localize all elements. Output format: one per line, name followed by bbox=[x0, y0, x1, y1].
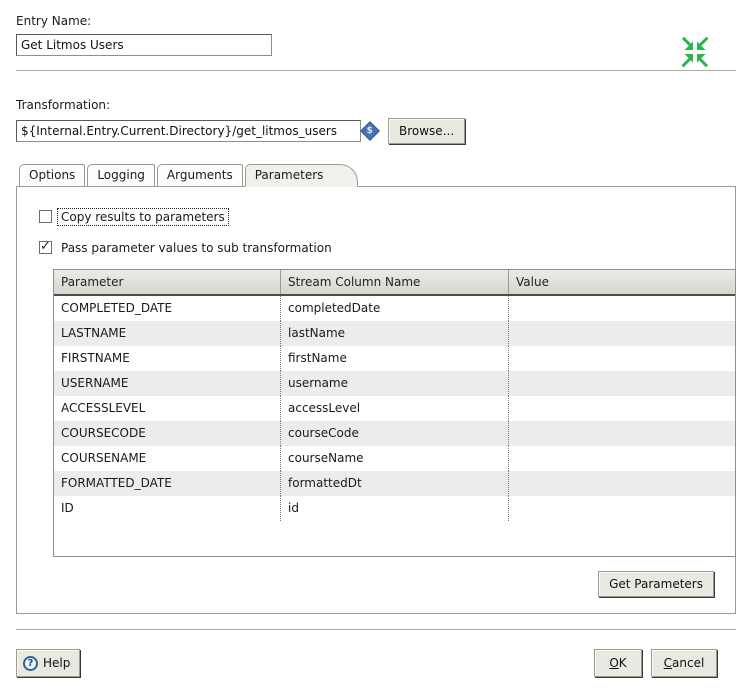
table-cell[interactable]: FORMATTED_DATE bbox=[54, 471, 280, 496]
separator-top bbox=[16, 70, 736, 72]
table-cell[interactable]: formattedDt bbox=[280, 471, 508, 496]
help-button-label: Help bbox=[43, 656, 71, 670]
table-row[interactable]: USERNAME username bbox=[54, 371, 735, 396]
table-cell[interactable]: firstName bbox=[280, 346, 508, 371]
tab-logging[interactable]: Logging bbox=[87, 164, 155, 186]
transformation-label: Transformation: bbox=[16, 98, 111, 112]
table-row[interactable]: COURSENAME courseName bbox=[54, 446, 735, 471]
browse-button[interactable]: Browse... bbox=[388, 118, 466, 144]
table-cell[interactable] bbox=[508, 371, 735, 396]
parameters-table: Parameter Stream Column Name Value COMPL… bbox=[53, 269, 736, 557]
table-cell[interactable]: USERNAME bbox=[54, 371, 280, 396]
tab-parameters[interactable]: Parameters bbox=[244, 164, 359, 187]
tab-options[interactable]: Options bbox=[19, 164, 86, 186]
table-cell[interactable] bbox=[508, 446, 735, 471]
job-entry-dialog: Entry Name: Transformation: $ Browse... bbox=[0, 0, 750, 693]
table-row[interactable]: ACCESSLEVEL accessLevel bbox=[54, 396, 735, 421]
table-cell[interactable] bbox=[508, 396, 735, 421]
table-row[interactable]: COURSECODE courseCode bbox=[54, 421, 735, 446]
entry-name-input[interactable] bbox=[16, 34, 272, 56]
table-cell[interactable]: courseName bbox=[280, 446, 508, 471]
column-header-parameter[interactable]: Parameter bbox=[54, 270, 280, 294]
table-cell[interactable] bbox=[508, 346, 735, 371]
ok-button[interactable]: OK bbox=[594, 649, 642, 677]
transformation-path-input[interactable] bbox=[16, 120, 361, 142]
collapse-dialog-icon[interactable] bbox=[679, 36, 711, 68]
copy-results-label[interactable]: Copy results to parameters bbox=[57, 207, 229, 226]
table-cell[interactable] bbox=[508, 471, 735, 496]
parameters-table-body: COMPLETED_DATE completedDate LASTNAME lastN… bbox=[54, 296, 735, 521]
table-cell[interactable]: username bbox=[280, 371, 508, 396]
table-row[interactable]: COMPLETED_DATE completedDate bbox=[54, 296, 735, 321]
table-cell[interactable]: lastName bbox=[280, 321, 508, 346]
cancel-button[interactable]: Cancel bbox=[651, 649, 717, 677]
table-cell[interactable]: LASTNAME bbox=[54, 321, 280, 346]
table-cell[interactable]: courseCode bbox=[280, 421, 508, 446]
help-button[interactable]: ? Help bbox=[16, 649, 81, 677]
separator-bottom bbox=[16, 629, 736, 631]
table-cell[interactable] bbox=[508, 496, 735, 521]
table-row[interactable]: LASTNAME lastName bbox=[54, 321, 735, 346]
table-cell[interactable]: id bbox=[280, 496, 508, 521]
table-cell[interactable] bbox=[508, 296, 735, 321]
column-header-stream-column-name[interactable]: Stream Column Name bbox=[280, 270, 508, 294]
footer-button-bar: ? Help OK Cancel bbox=[16, 649, 736, 677]
table-cell[interactable]: COURSECODE bbox=[54, 421, 280, 446]
variable-indicator-icon: $ bbox=[360, 121, 380, 141]
tab-bar: Options Logging Arguments Parameters bbox=[16, 164, 736, 187]
tab-arguments[interactable]: Arguments bbox=[156, 164, 243, 186]
parameters-table-header: Parameter Stream Column Name Value bbox=[54, 270, 735, 296]
table-cell[interactable]: FIRSTNAME bbox=[54, 346, 280, 371]
pass-values-label[interactable]: Pass parameter values to sub transformat… bbox=[58, 240, 335, 256]
table-cell[interactable]: ACCESSLEVEL bbox=[54, 396, 280, 421]
pass-values-checkbox[interactable] bbox=[39, 239, 52, 255]
table-row[interactable]: ID id bbox=[54, 496, 735, 521]
table-cell[interactable] bbox=[508, 421, 735, 446]
table-cell[interactable]: completedDate bbox=[280, 296, 508, 321]
table-row[interactable]: FIRSTNAME firstName bbox=[54, 346, 735, 371]
column-header-value[interactable]: Value bbox=[508, 270, 735, 294]
table-cell[interactable]: COURSENAME bbox=[54, 446, 280, 471]
table-cell[interactable]: COMPLETED_DATE bbox=[54, 296, 280, 321]
entry-name-label: Entry Name: bbox=[16, 14, 92, 28]
get-parameters-button[interactable]: Get Parameters bbox=[598, 571, 714, 597]
parameters-tab-panel: Copy results to parameters Pass paramete… bbox=[16, 187, 736, 614]
help-icon: ? bbox=[23, 655, 38, 671]
table-row[interactable]: FORMATTED_DATE formattedDt bbox=[54, 471, 735, 496]
table-cell[interactable]: ID bbox=[54, 496, 280, 521]
copy-results-checkbox[interactable] bbox=[39, 210, 52, 223]
table-cell[interactable] bbox=[508, 321, 735, 346]
table-cell[interactable]: accessLevel bbox=[280, 396, 508, 421]
